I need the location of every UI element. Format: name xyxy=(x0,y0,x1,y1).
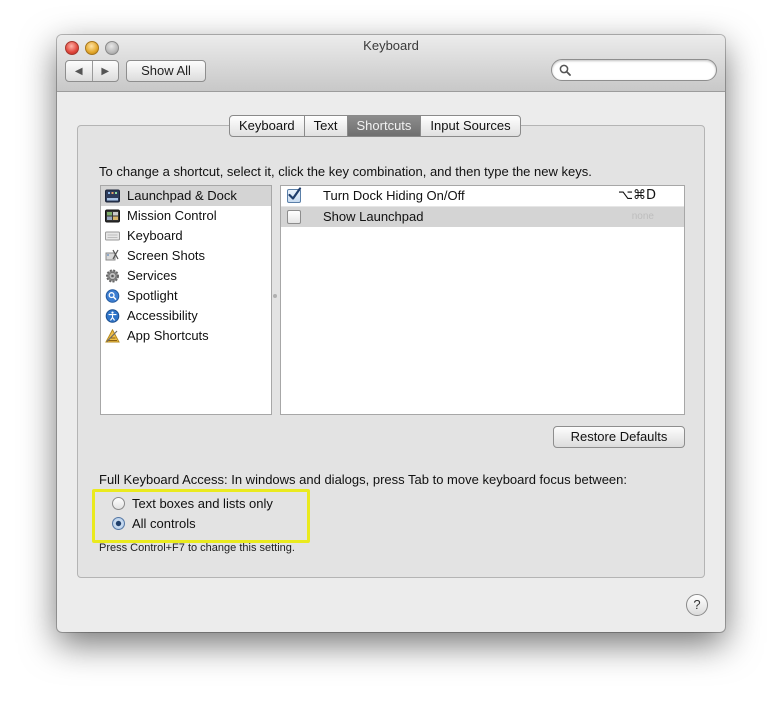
shortcut-list: Turn Dock Hiding On/Off ⌥⌘D Show Launchp… xyxy=(280,185,685,415)
full-keyboard-access-label: Full Keyboard Access: In windows and dia… xyxy=(99,472,627,487)
category-list: Launchpad & Dock Mission Control Keyboar… xyxy=(100,185,272,415)
accessibility-icon xyxy=(105,309,120,323)
shortcut-label: Turn Dock Hiding On/Off xyxy=(323,188,465,203)
radio-button[interactable] xyxy=(112,497,125,510)
category-label: Keyboard xyxy=(127,228,183,243)
restore-defaults-button[interactable]: Restore Defaults xyxy=(553,426,685,448)
tab-bar: Keyboard Text Shortcuts Input Sources xyxy=(229,115,521,137)
search-input[interactable] xyxy=(576,61,712,79)
checkmark-icon xyxy=(288,187,302,200)
category-label: App Shortcuts xyxy=(127,328,209,343)
category-launchpad-dock[interactable]: Launchpad & Dock xyxy=(101,186,271,206)
radio-label: Text boxes and lists only xyxy=(132,496,273,511)
radio-label: All controls xyxy=(132,516,196,531)
category-label: Launchpad & Dock xyxy=(127,188,237,203)
shortcut-row-show-launchpad[interactable]: Show Launchpad none xyxy=(281,207,684,227)
launchpad-dock-icon xyxy=(105,189,120,203)
tab-text[interactable]: Text xyxy=(305,116,348,136)
title-bar: Keyboard ◀ ▶ Show All xyxy=(57,35,725,92)
category-services[interactable]: Services xyxy=(101,266,271,286)
category-keyboard[interactable]: Keyboard xyxy=(101,226,271,246)
shortcut-keys[interactable]: none xyxy=(632,207,654,227)
search-icon xyxy=(559,64,571,76)
category-app-shortcuts[interactable]: App Shortcuts xyxy=(101,326,271,346)
search-field[interactable] xyxy=(551,59,717,81)
mission-control-icon xyxy=(105,209,120,223)
screenshot-icon xyxy=(105,249,119,261)
shortcut-keys[interactable]: ⌥⌘D xyxy=(618,186,656,206)
category-label: Accessibility xyxy=(127,308,198,323)
category-mission-control[interactable]: Mission Control xyxy=(101,206,271,226)
help-button[interactable]: ? xyxy=(686,594,708,616)
keyboard-access-hint: Press Control+F7 to change this setting. xyxy=(99,542,295,554)
tab-input-sources[interactable]: Input Sources xyxy=(421,116,519,136)
tab-shortcuts[interactable]: Shortcuts xyxy=(347,116,422,136)
keyboard-icon xyxy=(105,231,120,241)
forward-button[interactable]: ▶ xyxy=(93,61,119,81)
back-forward-control: ◀ ▶ xyxy=(65,60,119,82)
app-shortcuts-icon xyxy=(105,329,120,343)
category-label: Screen Shots xyxy=(127,248,206,263)
instructions-text: To change a shortcut, select it, click t… xyxy=(99,164,592,179)
category-label: Spotlight xyxy=(127,288,178,303)
category-spotlight[interactable]: Spotlight xyxy=(101,286,271,306)
shortcut-checkbox[interactable] xyxy=(287,187,302,203)
window-title: Keyboard xyxy=(363,38,419,53)
shortcut-label: Show Launchpad xyxy=(323,209,424,224)
split-view-handle[interactable] xyxy=(273,294,277,298)
spotlight-icon xyxy=(105,289,120,303)
category-label: Mission Control xyxy=(127,208,217,223)
keyboard-preferences-window: Keyboard ◀ ▶ Show All Keyboard Text Shor… xyxy=(57,35,725,632)
tab-keyboard[interactable]: Keyboard xyxy=(230,116,305,136)
shortcut-checkbox[interactable] xyxy=(287,210,301,224)
show-all-button[interactable]: Show All xyxy=(126,60,206,82)
category-label: Services xyxy=(127,268,177,283)
radio-button[interactable] xyxy=(112,517,125,530)
shortcut-row-turn-dock-hiding[interactable]: Turn Dock Hiding On/Off ⌥⌘D xyxy=(281,186,684,207)
category-screen-shots[interactable]: Screen Shots xyxy=(101,246,271,266)
back-button[interactable]: ◀ xyxy=(66,61,93,81)
gear-icon xyxy=(106,269,119,283)
category-accessibility[interactable]: Accessibility xyxy=(101,306,271,326)
